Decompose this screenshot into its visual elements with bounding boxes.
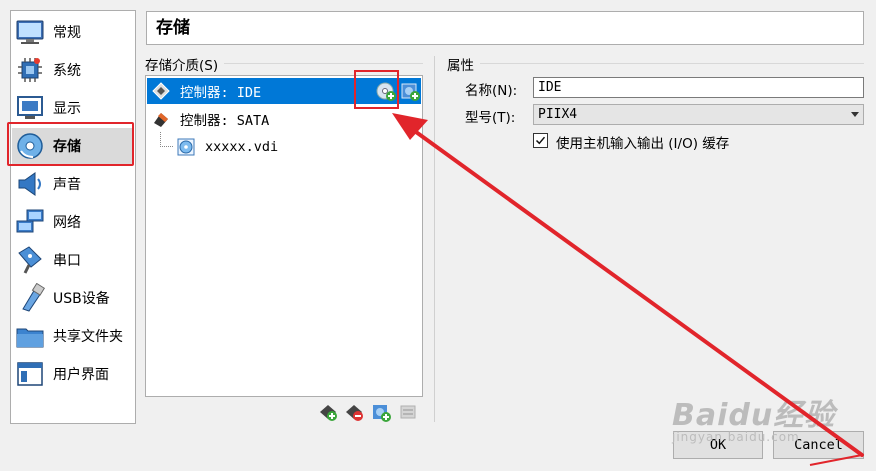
tree-item-disk-image[interactable]: xxxxx.vdi	[147, 134, 421, 160]
sata-controller-icon	[154, 113, 168, 127]
sidebar-item-network[interactable]: 网络	[12, 204, 134, 240]
chevron-down-icon	[851, 112, 859, 117]
checkmark-icon	[535, 136, 546, 145]
sidebar-item-shared-folders[interactable]: 共享文件夹	[12, 318, 134, 354]
add-controller-icon[interactable]	[318, 402, 338, 422]
add-hard-disk-icon[interactable]	[400, 81, 420, 101]
sidebar-item-display[interactable]: 显示	[12, 90, 134, 126]
tree-item-controller-sata[interactable]: 控制器: SATA	[147, 106, 421, 132]
page-title: 存储	[146, 11, 864, 45]
sidebar-item-label: USB设备	[53, 291, 110, 307]
type-select-value: PIIX4	[538, 107, 578, 122]
sidebar-item-serial-ports[interactable]: 串口	[12, 242, 134, 278]
sidebar-item-user-interface[interactable]: 用户界面	[12, 356, 134, 392]
disk-image-icon	[177, 138, 195, 156]
tree-item-label: 控制器: IDE	[180, 85, 262, 101]
ide-controller-icon	[152, 82, 170, 100]
network-icon	[16, 209, 44, 233]
io-cache-label: 使用主机输入输出 (I/O) 缓存	[556, 136, 730, 152]
storage-tree[interactable]: 控制器: IDE 控制器: SATA xxxxx.vdi	[145, 75, 423, 397]
add-attachment-icon[interactable]	[371, 402, 391, 422]
sidebar-item-label: 用户界面	[53, 367, 109, 383]
tree-item-label: xxxxx.vdi	[205, 139, 279, 155]
remove-controller-icon[interactable]	[344, 402, 364, 422]
sidebar-item-label: 系统	[53, 63, 81, 79]
remove-attachment-icon[interactable]	[398, 402, 418, 422]
display-icon	[17, 96, 43, 119]
name-input[interactable]	[533, 77, 864, 98]
serial-port-icon	[18, 246, 42, 274]
watermark: Baidu经验 jingyan.baidu.com	[672, 390, 835, 444]
annotation-highlight-box	[7, 122, 134, 166]
attributes-group-label: 属性	[447, 54, 480, 74]
name-label: 名称(N):	[465, 83, 518, 99]
settings-sidebar: 常规 系统 显示 存储 声音 网络 串口 USB设备 共享文件夹 用户界面	[10, 10, 136, 424]
window-icon	[17, 362, 43, 386]
io-cache-checkbox[interactable]	[533, 133, 548, 148]
chip-icon	[18, 58, 42, 82]
sidebar-item-label: 共享文件夹	[53, 329, 123, 345]
watermark-text: Baidu经验	[672, 398, 836, 433]
tree-item-label: 控制器: SATA	[180, 113, 270, 129]
sidebar-item-usb[interactable]: USB设备	[12, 280, 134, 316]
folder-icon	[16, 328, 44, 348]
sidebar-item-general[interactable]: 常规	[12, 14, 134, 50]
sidebar-item-label: 显示	[53, 101, 81, 117]
divider	[447, 63, 864, 64]
sidebar-item-system[interactable]: 系统	[12, 52, 134, 88]
type-label: 型号(T):	[465, 110, 516, 126]
annotation-highlight-box	[354, 70, 399, 109]
sidebar-item-label: 串口	[53, 253, 81, 269]
speaker-icon	[18, 172, 41, 196]
storage-group-label: 存储介质(S)	[145, 54, 225, 74]
sidebar-item-audio[interactable]: 声音	[12, 166, 134, 202]
type-select[interactable]: PIIX4	[533, 104, 864, 125]
sidebar-item-label: 网络	[53, 215, 81, 231]
monitor-icon	[16, 20, 44, 44]
sidebar-item-label: 声音	[53, 177, 81, 193]
divider	[434, 56, 435, 422]
usb-icon	[22, 283, 45, 312]
sidebar-item-label: 常规	[53, 25, 81, 41]
